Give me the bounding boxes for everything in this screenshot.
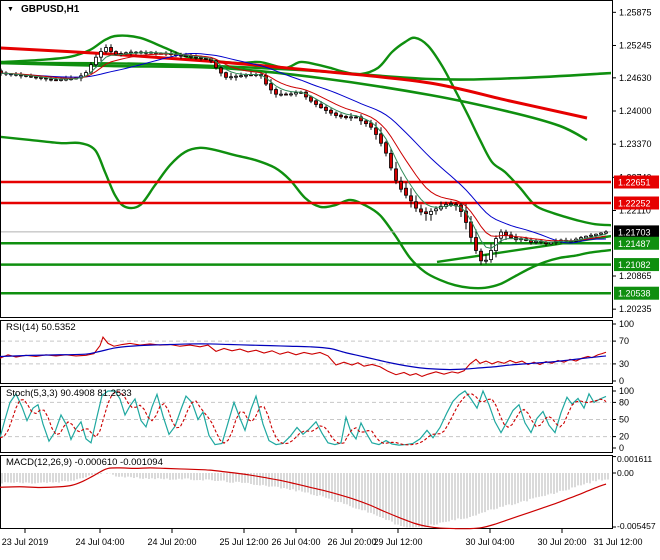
stoch-tick-label: 0: [619, 443, 624, 453]
macd-tick-label: 0.001611: [617, 454, 652, 464]
time-tick-label: 30 Jul 20:00: [537, 537, 586, 547]
time-tick-label: 25 Jul 12:00: [219, 537, 268, 547]
price-tick-label: 1.23370: [619, 139, 652, 149]
rsi-tick-label: 100: [619, 319, 634, 329]
rsi-panel[interactable]: 100 70 30 0: [0, 319, 634, 386]
time-tick-label: 26 Jul 20:00: [327, 537, 376, 547]
stoch-tick-label: 100: [619, 386, 634, 396]
price-tick-label: 1.25875: [619, 7, 652, 17]
stoch-tick-label: 20: [619, 432, 629, 442]
time-tick-label: 26 Jul 04:00: [271, 537, 320, 547]
price-axis: 1.258751.252451.246301.240001.233701.227…: [612, 7, 659, 314]
rsi-tick-label: 30: [619, 359, 629, 369]
time-tick-label: 23 Jul 2019: [2, 537, 49, 547]
time-tick-label: 31 Jul 12:00: [593, 537, 642, 547]
price-badge-label: 1.21703: [618, 227, 651, 237]
price-tick-label: 1.24000: [619, 106, 652, 116]
price-badge-label: 1.20538: [618, 289, 651, 299]
time-tick-label: 24 Jul 04:00: [75, 537, 124, 547]
chart-symbol-title: GBPUSD,H1: [20, 4, 80, 15]
time-axis: 23 Jul 2019 24 Jul 04:00 24 Jul 20:00 25 Ju…: [2, 528, 643, 547]
rsi-tick-label: 70: [619, 336, 629, 346]
symbol-dropdown-icon[interactable]: ▼: [7, 5, 14, 15]
panel-border-1: [0, 320, 613, 384]
price-badge-label: 1.21487: [618, 239, 651, 249]
mt4-chart-window: 1.258751.252451.246301.240001.233701.227…: [0, 0, 660, 560]
rsi-line: [0, 335, 607, 378]
chart-canvas[interactable]: 1.258751.252451.246301.240001.233701.227…: [0, 0, 660, 560]
ema5-line: [1, 52, 607, 249]
macd-tick-label: -0.005457: [617, 521, 656, 531]
macd-tick-label: 0.00: [617, 468, 634, 478]
price-tick-label: 1.24630: [619, 73, 652, 83]
time-tick-label: 30 Jul 04:00: [465, 537, 514, 547]
rsi-ma-line: [0, 343, 607, 371]
price-tick-label: 1.20865: [619, 271, 652, 281]
chart-title-row: ▼ GBPUSD,H1: [7, 4, 79, 15]
time-tick-label: 29 Jul 12:00: [373, 537, 422, 547]
price-badge-label: 1.22651: [618, 178, 651, 188]
rsi-indicator-label: RSI(14) 50.5352: [6, 322, 76, 333]
main-chart-layer[interactable]: [0, 34, 612, 295]
price-tick-label: 1.20235: [619, 304, 652, 314]
stoch-indicator-label: Stoch(5,3,3) 90.4908 81.2533: [6, 388, 132, 399]
stoch-tick-label: 50: [619, 415, 629, 425]
stoch-tick-label: 80: [619, 397, 629, 407]
time-tick-label: 24 Jul 20:00: [147, 537, 196, 547]
price-badge-label: 1.22252: [618, 198, 651, 208]
price-badge-label: 1.21082: [618, 260, 651, 270]
red-ma-line: [1, 46, 588, 120]
macd-indicator-label: MACD(12,26,9) -0.000610 -0.001094: [6, 457, 163, 468]
rsi-tick-label: 0: [619, 376, 624, 386]
price-tick-label: 1.25245: [619, 40, 652, 50]
